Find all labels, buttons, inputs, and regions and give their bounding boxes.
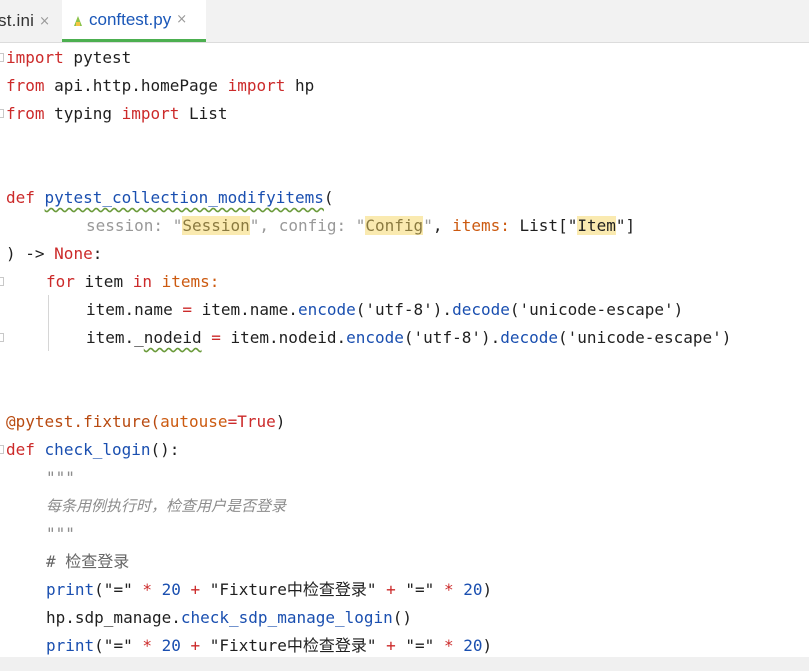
python-file-icon — [71, 13, 85, 27]
code-line: item.name = item.name.encode('utf-8').de… — [86, 300, 684, 319]
code-line: def pytest_collection_modifyitems( — [6, 188, 334, 207]
code-line: """ — [46, 524, 75, 543]
tab-label: st.ini — [0, 11, 35, 30]
indent-guide — [48, 295, 49, 351]
code-line: from api.http.homePage import hp — [6, 76, 315, 95]
code-line: print("=" * 20 + "Fixture中检查登录" + "=" * … — [46, 636, 493, 655]
close-icon[interactable]: × — [176, 12, 187, 27]
fold-marker[interactable] — [0, 53, 4, 62]
code-line: ) -> None: — [6, 244, 103, 263]
code-line: hp.sdp_manage.check_sdp_manage_login() — [46, 608, 413, 627]
editor-tab-bar: st.ini × conftest.py × — [0, 0, 809, 43]
code-line: print("=" * 20 + "Fixture中检查登录" + "=" * … — [46, 580, 493, 599]
code-line: for item in items: — [46, 272, 220, 291]
code-editor[interactable]: import pytest from api.http.homePage imp… — [0, 44, 809, 671]
tab-pytest-ini[interactable]: st.ini × — [0, 0, 50, 42]
code-line: """ — [46, 468, 75, 487]
code-line: item._nodeid = item.nodeid.encode('utf-8… — [86, 328, 732, 347]
code-line: # 检查登录 — [46, 552, 130, 571]
code-line: from typing import List — [6, 104, 228, 123]
horizontal-scrollbar[interactable] — [0, 657, 809, 671]
code-line: def check_login(): — [6, 440, 180, 459]
code-line: 每条用例执行时，检查用户是否登录 — [46, 497, 287, 515]
fold-marker[interactable] — [0, 277, 4, 286]
tab-conftest-py[interactable]: conftest.py × — [62, 0, 206, 42]
fold-marker[interactable] — [0, 333, 4, 342]
fold-marker[interactable] — [0, 109, 4, 118]
fold-marker[interactable] — [0, 445, 4, 454]
code-line: @pytest.fixture(autouse=True) — [6, 412, 286, 431]
close-icon[interactable]: × — [39, 14, 50, 29]
code-line: session: "Session", config: "Config", it… — [86, 216, 636, 235]
code-line: import pytest — [6, 48, 132, 67]
tab-label: conftest.py — [89, 9, 172, 29]
